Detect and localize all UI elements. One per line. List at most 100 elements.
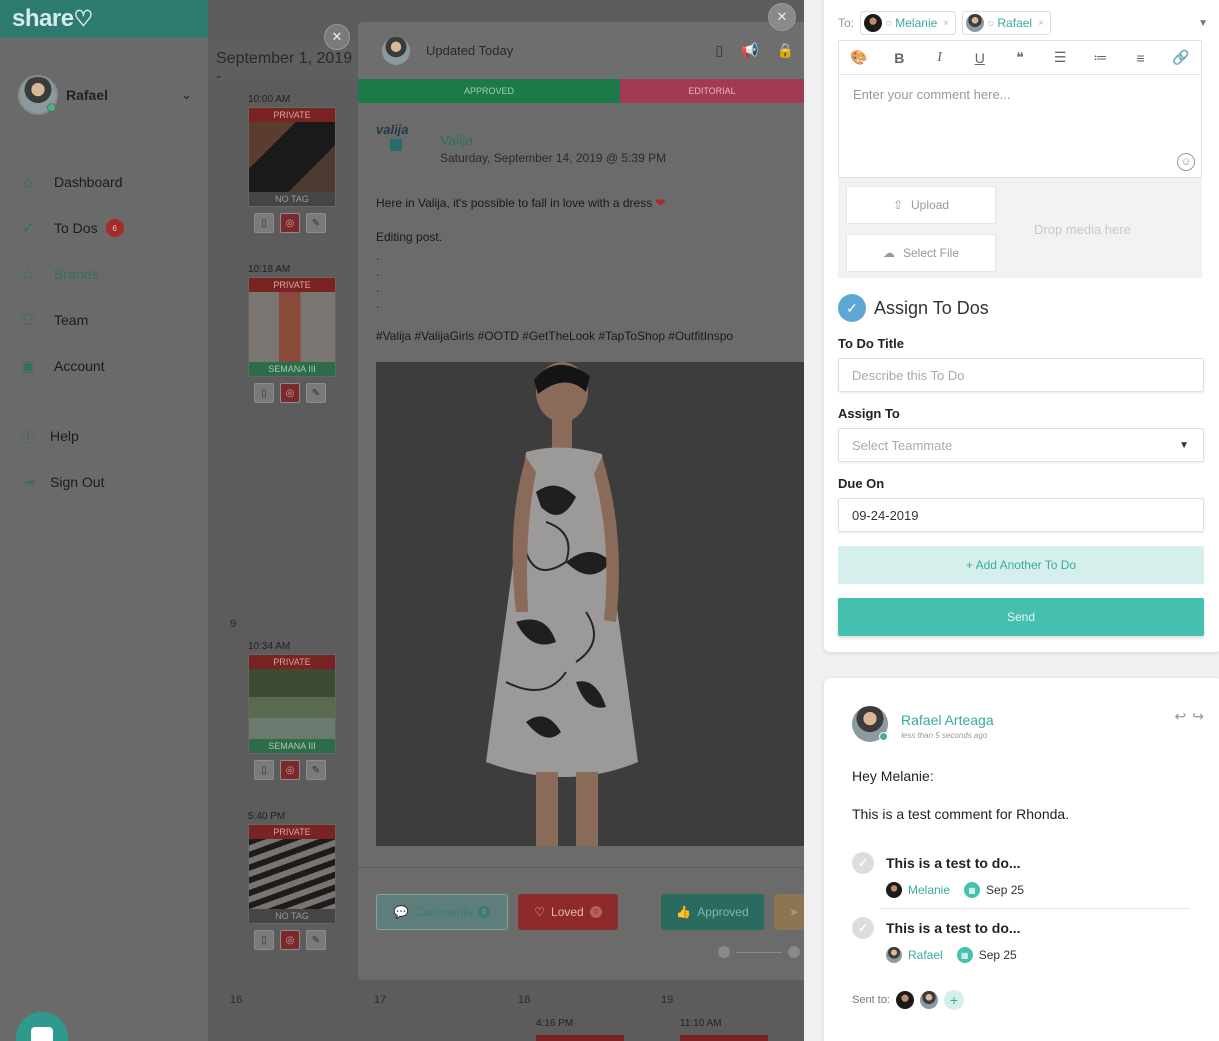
nav-item-sign-out[interactable]: ⇥ Sign Out	[18, 470, 196, 494]
nav-label: Dashboard	[54, 174, 123, 190]
calendar-post[interactable]: 5:40 PM PRIVATE NO TAG ▯ ◎ ✎	[248, 811, 343, 950]
send-button[interactable]: Send	[838, 598, 1204, 636]
recipient-chip[interactable]: ○ Rafael ×	[962, 11, 1051, 35]
todo-title[interactable]: This is a test to do...	[886, 920, 1021, 936]
thumbs-up-icon: 👍	[676, 905, 692, 919]
emoji-icon[interactable]: ☺	[1177, 153, 1195, 171]
add-recipient-icon[interactable]: +	[943, 990, 964, 1010]
updated-label: Updated Today	[426, 43, 514, 58]
instagram-icon[interactable]: ◎	[280, 213, 300, 233]
edit-icon[interactable]: ✎	[306, 760, 326, 780]
approved-button[interactable]: 👍 Approved	[661, 894, 764, 930]
nav-item-dashboard[interactable]: ⌂ Dashboard	[18, 170, 196, 194]
chevron-down-icon[interactable]: ⌄	[181, 87, 192, 103]
bookmark-icon[interactable]: ▯	[254, 760, 274, 780]
calendar-post[interactable]: 10:00 AM PRIVATE NO TAG ▯ ◎ ✎	[248, 94, 343, 233]
bold-icon[interactable]: B	[889, 50, 909, 66]
edit-icon[interactable]: ✎	[306, 383, 326, 403]
quote-icon[interactable]: ❝	[1010, 49, 1030, 66]
status-approved[interactable]: APPROVED	[358, 79, 620, 103]
select-file-button[interactable]: ☁ Select File	[846, 234, 996, 272]
assign-todos-header[interactable]: ✓ Assign To Dos	[838, 294, 989, 322]
recipient-chip[interactable]: ○ Melanie ×	[860, 11, 957, 35]
italic-icon[interactable]: I	[930, 50, 950, 66]
lock-icon[interactable]: 🔒	[777, 42, 794, 59]
todo-title[interactable]: This is a test to do...	[886, 855, 1021, 871]
todo-title-input[interactable]: Describe this To Do	[838, 358, 1204, 392]
post-thumbnail[interactable]: PRIVATE NO TAG	[248, 824, 336, 924]
calendar-date-range: September 1, 2019 -	[216, 50, 353, 85]
pager-dot[interactable]	[718, 946, 730, 958]
recipients-field[interactable]: To: ○ Melanie × ○ Rafael × ▼	[838, 8, 1208, 38]
status-editorial[interactable]: EDITORIAL	[620, 79, 804, 103]
caret-down-icon[interactable]: ▼	[1198, 18, 1208, 29]
comment-author[interactable]: Rafael Arteaga	[901, 712, 994, 728]
check-icon[interactable]: ✓	[852, 852, 874, 874]
nav-item-brands[interactable]: ☆ Brands	[18, 262, 196, 286]
post-time: 10:18 AM	[248, 264, 291, 275]
post-thumbnail[interactable]: PRIVATE SEMANA III	[248, 277, 336, 377]
todo-assignee[interactable]: Rafael	[908, 948, 943, 962]
caret-down-icon: ▼	[1179, 439, 1189, 451]
comment-input[interactable]: Enter your comment here...	[853, 87, 1011, 102]
thumbnail-image	[249, 122, 335, 192]
calendar-post[interactable]: 10:18 AM PRIVATE SEMANA III ▯ ◎ ✎	[248, 264, 343, 403]
privacy-tag: PRIVATE	[249, 278, 335, 292]
app-logo[interactable]: share♡	[12, 5, 93, 33]
bookmark-icon[interactable]: ▯	[715, 42, 723, 59]
avatar	[895, 991, 914, 1009]
bookmark-icon[interactable]: ▯	[254, 930, 274, 950]
edit-icon[interactable]: ✎	[306, 930, 326, 950]
close-icon[interactable]: ✕	[324, 24, 350, 50]
instagram-icon[interactable]: ◎	[280, 383, 300, 403]
remove-icon[interactable]: ×	[1038, 18, 1044, 29]
calendar-post[interactable]: 10:34 AM PRIVATE SEMANA III ▯ ◎ ✎	[248, 641, 343, 780]
media-drop-zone[interactable]: ⇧ Upload ☁ Select File Drop media here	[838, 178, 1202, 278]
publish-button[interactable]: ➤	[774, 894, 804, 930]
due-on-input[interactable]: 09-24-2019	[838, 498, 1204, 532]
align-icon[interactable]: ≡	[1131, 50, 1151, 66]
post-pager[interactable]	[718, 946, 800, 958]
nav-item-account[interactable]: ▣ Account	[18, 354, 196, 378]
nav-item-to-dos[interactable]: ✓ To Dos 6	[18, 216, 196, 240]
todo-item: ✓ This is a test to do... Rafael ▦ Sep 2…	[852, 917, 1190, 963]
palette-icon[interactable]: 🎨	[849, 49, 869, 66]
check-icon[interactable]: ✓	[852, 917, 874, 939]
instagram-icon[interactable]: ◎	[280, 930, 300, 950]
post-hashtags: #Valija #ValijaGirls #OOTD #GetTheLook #…	[376, 329, 734, 343]
post-image[interactable]	[376, 362, 804, 846]
nav-item-team[interactable]: ⚇ Team	[18, 308, 196, 332]
numbered-list-icon[interactable]: ≔	[1090, 49, 1110, 66]
upload-button[interactable]: ⇧ Upload	[846, 186, 996, 224]
add-another-todo-button[interactable]: + Add Another To Do	[838, 546, 1204, 584]
reply-icon[interactable]: ↩	[1175, 708, 1187, 725]
cloud-icon: ☁	[882, 246, 895, 260]
post-thumbnail[interactable]: PRIVATE NO TAG	[248, 107, 336, 207]
forward-icon[interactable]: ↪	[1192, 708, 1204, 725]
check-icon[interactable]: ✓	[838, 294, 866, 322]
user-menu[interactable]: Rafael ⌄	[18, 74, 196, 116]
megaphone-icon[interactable]: 📢	[741, 42, 758, 59]
bullet-list-icon[interactable]: ☰	[1050, 49, 1070, 66]
underline-icon[interactable]: U	[970, 50, 990, 66]
day-number: 19	[661, 994, 674, 1006]
remove-icon[interactable]: ×	[943, 18, 949, 29]
todo-assignee[interactable]: Melanie	[908, 883, 950, 897]
instagram-icon[interactable]: ◎	[280, 760, 300, 780]
todo-count-badge: 6	[105, 219, 124, 237]
comments-button[interactable]: 💬 Comments 0	[376, 894, 508, 930]
assign-to-select[interactable]: Select Teammate ▼	[838, 428, 1204, 462]
privacy-tag: PRIVATE	[249, 655, 335, 669]
bookmark-icon[interactable]: ▯	[254, 383, 274, 403]
bookmark-icon[interactable]: ▯	[254, 213, 274, 233]
edit-icon[interactable]: ✎	[306, 213, 326, 233]
nav-item-help[interactable]: ⓘ Help	[18, 424, 196, 448]
close-modal-icon[interactable]: ✕	[768, 3, 796, 31]
post-thumbnail[interactable]: PRIVATE SEMANA III	[248, 654, 336, 754]
pager-dot[interactable]	[788, 946, 800, 958]
link-icon[interactable]: 🔗	[1171, 49, 1191, 66]
model-photo	[376, 362, 804, 846]
loved-button[interactable]: ♡ Loved 0	[518, 894, 618, 930]
nav-label: Help	[50, 428, 79, 444]
brand-name[interactable]: Valija	[440, 132, 473, 148]
